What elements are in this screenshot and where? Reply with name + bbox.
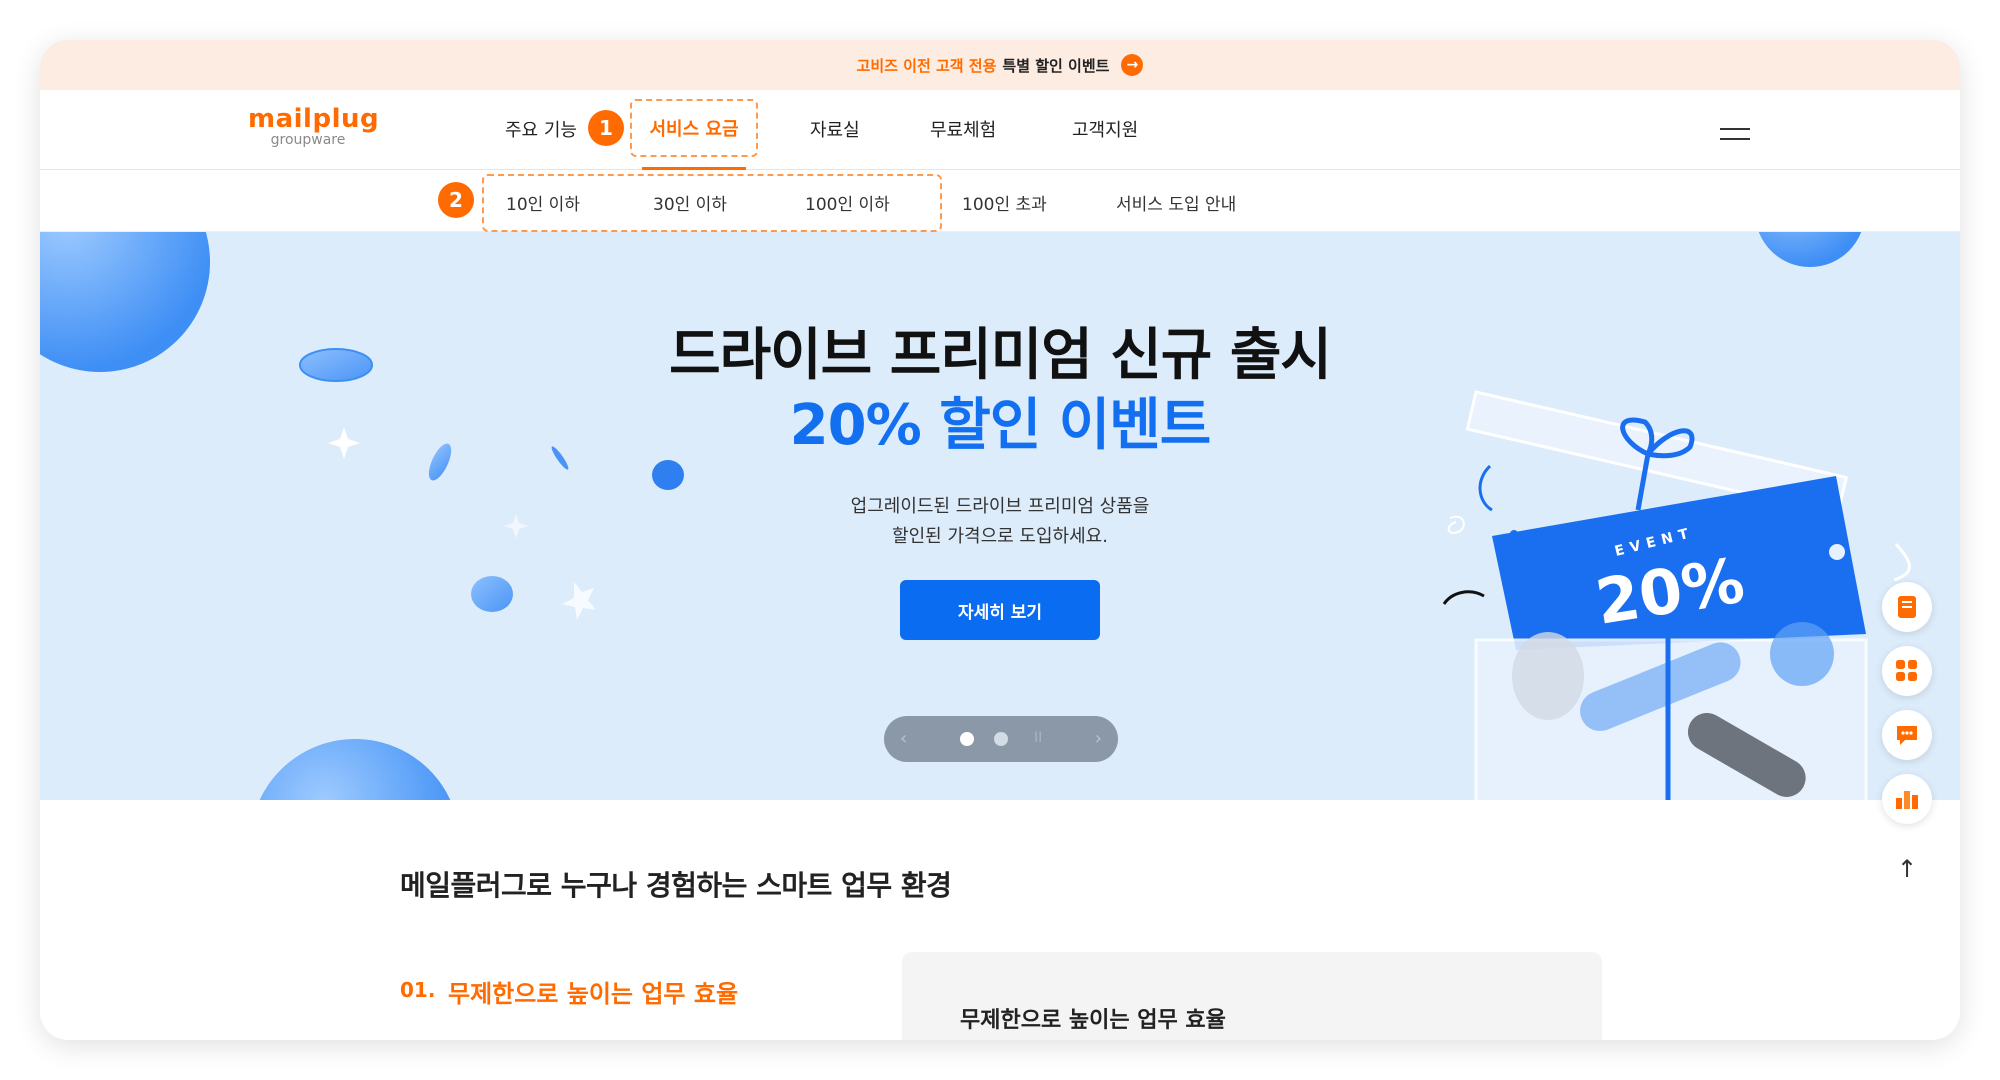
- floating-document-button[interactable]: [1882, 582, 1932, 632]
- promo-banner[interactable]: 고비즈 이전 고객 전용 특별 할인 이벤트 →: [40, 40, 1960, 90]
- deco-sphere-top-right: [1758, 232, 1862, 267]
- pager-dot[interactable]: [994, 732, 1008, 746]
- nav-pricing[interactable]: 서비스 요금: [630, 99, 758, 157]
- hero-subtitle: 20% 할인 이벤트: [789, 393, 1212, 458]
- menu-icon[interactable]: [1720, 128, 1750, 148]
- hero-title: 드라이브 프리미엄 신규 출시: [669, 323, 1332, 388]
- pricing-subnav: 2 10인 이하 30인 이하 100인 이하 100인 초과 서비스 도입 안…: [40, 170, 1960, 232]
- subnav-guide[interactable]: 서비스 도입 안내: [1116, 190, 1236, 215]
- feature-number: 01.: [400, 978, 436, 1002]
- nav-support[interactable]: 고객지원: [1072, 116, 1138, 142]
- hero-description-line2: 할인된 가격으로 도입하세요.: [892, 526, 1108, 547]
- floating-chat-button[interactable]: [1882, 710, 1932, 760]
- nav-features[interactable]: 주요 기능: [505, 116, 577, 142]
- promo-text: 특별 할인 이벤트: [1002, 56, 1110, 75]
- hero-banner: EVENT 20% 드라이브 프리미엄 신규 출시 20% 할인 이벤트 업그레…: [40, 232, 1960, 800]
- subnav-100[interactable]: 100인 이하: [805, 190, 890, 215]
- pager-dot-active[interactable]: [960, 732, 974, 746]
- logo-wordmark: mailplug: [248, 104, 380, 134]
- logo[interactable]: mailplug groupware: [248, 104, 380, 148]
- pause-icon[interactable]: II: [1034, 730, 1042, 746]
- hero-description-line1: 업그레이드된 드라이브 프리미엄 상품을: [850, 496, 1150, 517]
- subnav-30[interactable]: 30인 이하: [653, 190, 727, 215]
- arrow-right-icon[interactable]: →: [1121, 54, 1144, 76]
- nav-free-trial[interactable]: 무료체험: [930, 116, 996, 142]
- chat-icon: [1897, 726, 1917, 745]
- view-details-button[interactable]: 자세히 보기: [900, 580, 1100, 640]
- chart-icon: [1896, 791, 1918, 809]
- apps-icon: [1896, 660, 1917, 681]
- deco-sphere-bottom: [259, 739, 451, 800]
- browser-page: 고비즈 이전 고객 전용 특별 할인 이벤트 → mailplug groupw…: [40, 40, 1960, 1040]
- step-badge-2: 2: [438, 182, 474, 218]
- deco-coin-4: [652, 460, 684, 490]
- arrow-up-icon: ↑: [1896, 855, 1918, 883]
- star-icon: [562, 582, 596, 620]
- carousel-pager: ‹ II ›: [884, 716, 1118, 762]
- chevron-right-icon[interactable]: ›: [1095, 728, 1102, 749]
- feature-tab-label[interactable]: 무제한으로 높이는 업무 효율: [448, 974, 738, 1009]
- scroll-top-button[interactable]: ↑: [1882, 844, 1932, 894]
- subnav-10[interactable]: 10인 이하: [506, 190, 580, 215]
- section-title: 메일플러그로 누구나 경험하는 스마트 업무 환경: [400, 869, 952, 902]
- deco-coin-5: [471, 576, 513, 612]
- step-badge-1: 1: [588, 110, 624, 146]
- subnav-over-100[interactable]: 100인 초과: [962, 190, 1047, 215]
- feature-card: 무제한으로 높이는 업무 효율: [902, 952, 1602, 1040]
- chevron-left-icon[interactable]: ‹: [900, 728, 907, 749]
- logo-subtitle: groupware: [270, 132, 346, 148]
- floating-chart-button[interactable]: [1882, 774, 1932, 824]
- feature-card-title: 무제한으로 높이는 업무 효율: [960, 1008, 1226, 1033]
- nav-resources[interactable]: 자료실: [810, 116, 860, 142]
- header: mailplug groupware 주요 기능 1 서비스 요금 자료실 무료…: [40, 90, 1960, 170]
- promo-text-accent: 고비즈 이전 고객 전용: [856, 56, 997, 75]
- floating-apps-button[interactable]: [1882, 646, 1932, 696]
- document-icon: [1898, 596, 1916, 618]
